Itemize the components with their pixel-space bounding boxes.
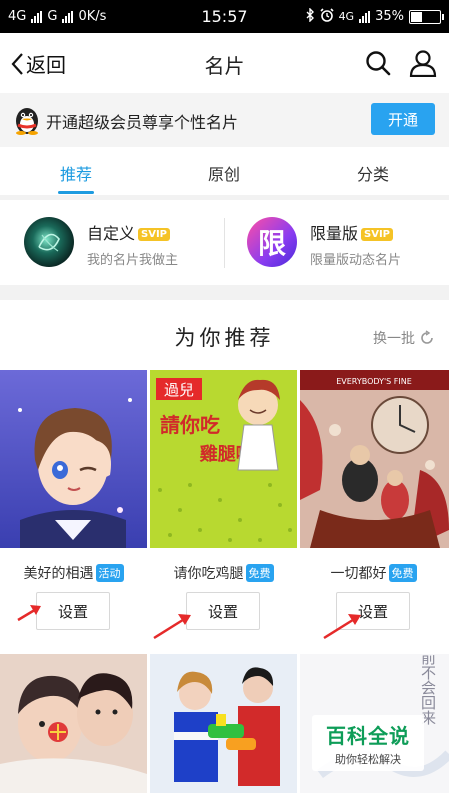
red-arrow-icon: [323, 614, 361, 640]
back-button[interactable]: 返回: [10, 49, 66, 78]
signal-icon-2: [62, 10, 74, 23]
card-name: 一切都好: [330, 566, 387, 582]
status-bar: 4G G 0K/s 15:57 4G 35%: [0, 0, 449, 33]
card-name: 请你吃鸡腿: [173, 566, 244, 582]
watermark-title: 百科全说: [326, 724, 410, 748]
red-arrow-icon: [153, 614, 191, 640]
category-row: 自定义 SVIP 我的名片我做主 限 限量版 SVIP 限量版动态名片: [0, 200, 449, 285]
chevron-left-icon: [11, 52, 23, 75]
page-title: 名片: [204, 54, 245, 78]
battery-icon: [409, 9, 444, 24]
network-type-1: 4G: [8, 9, 27, 24]
svip-badge-2: SVIP: [361, 228, 394, 241]
custom-subtitle: 我的名片我做主: [87, 253, 179, 268]
activity-badge: 活动: [95, 564, 124, 582]
clock: 15:57: [201, 7, 248, 26]
red-arrow-icon: [17, 605, 41, 622]
card-image-chicken: 過兒 請你吃 雞腿啦!!: [150, 370, 297, 548]
battery-percent: 35%: [375, 9, 404, 24]
refresh-icon: [421, 330, 433, 344]
divider: [224, 218, 225, 268]
free-badge: 免费: [388, 564, 417, 582]
card-image-water-guns[interactable]: [150, 654, 297, 793]
search-icon[interactable]: [364, 49, 392, 81]
network-type-3: 4G: [338, 10, 355, 23]
custom-title: 自定义: [87, 224, 136, 243]
watermark: 百科全说 助你轻松解决: [312, 715, 424, 771]
watermark-subtitle: 助你轻松解决: [335, 753, 401, 766]
image-text-top: 過兒: [164, 381, 194, 399]
bluetooth-icon: [305, 6, 315, 26]
card-image-movie-poster: EVERYBODY'S FINE: [300, 370, 449, 548]
tab-original[interactable]: 原创: [208, 161, 240, 185]
network-speed: 0K/s: [78, 9, 107, 24]
banner-text: 开通超级会员尊享个性名片: [46, 113, 239, 132]
set-button[interactable]: 设置: [186, 592, 260, 630]
signal-icon: [31, 10, 43, 23]
tab-recommend[interactable]: 推荐: [60, 161, 92, 185]
signal-icon-3: [359, 10, 371, 23]
alarm-icon: [319, 7, 334, 26]
recommend-header: 为你推荐 换一批: [0, 300, 449, 370]
set-button[interactable]: 设置: [36, 592, 110, 630]
card-image-anime-boy: [0, 370, 147, 548]
recommend-title: 为你推荐: [174, 326, 275, 350]
tab-underline: [58, 191, 94, 194]
free-badge: 免费: [245, 564, 274, 582]
tab-bar: 推荐 原创 分类: [0, 147, 449, 195]
card-name: 美好的相遇: [23, 566, 94, 582]
profile-icon[interactable]: [408, 49, 438, 81]
card-chicken[interactable]: 過兒 請你吃 雞腿啦!! 请你吃鸡腿 免费 设置: [150, 370, 299, 650]
image-text-mid: 請你吃: [160, 413, 220, 437]
limited-subtitle: 限量版动态名片: [310, 253, 402, 268]
custom-card-icon: [24, 217, 74, 267]
card-image-couple[interactable]: [0, 654, 147, 793]
vip-banner: 开通超级会员尊享个性名片 开通: [0, 93, 449, 147]
tab-category[interactable]: 分类: [357, 161, 389, 185]
open-vip-button[interactable]: 开通: [371, 103, 435, 135]
nav-bar: 返回 名片: [0, 33, 449, 93]
card-meet[interactable]: 美好的相遇 活动 设置: [0, 370, 149, 650]
svip-badge: SVIP: [138, 228, 171, 241]
back-label: 返回: [26, 53, 66, 77]
limited-title: 限量版: [310, 224, 359, 243]
qq-penguin-icon: [14, 105, 40, 139]
image-text-top: EVERYBODY'S FINE: [336, 377, 412, 386]
network-type-2: G: [47, 9, 58, 24]
refresh-label: 换一批: [373, 331, 415, 347]
limited-card-icon: 限: [247, 217, 297, 267]
card-fine[interactable]: EVERYBODY'S FINE 一切都好 免费 设置: [300, 370, 449, 650]
limited-icon-char: 限: [257, 227, 286, 260]
refresh-button[interactable]: 换一批: [373, 328, 435, 348]
